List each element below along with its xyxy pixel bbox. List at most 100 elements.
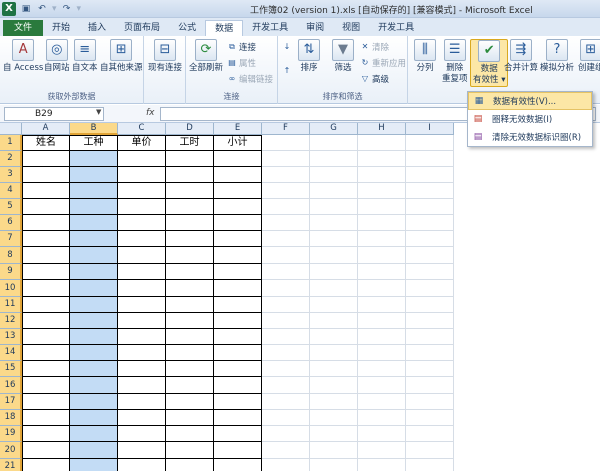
- cell-a11[interactable]: [22, 297, 70, 313]
- name-box[interactable]: B29: [4, 107, 104, 121]
- cell-a5[interactable]: [22, 199, 70, 215]
- cell-e5[interactable]: [214, 199, 262, 215]
- cell-e12[interactable]: [214, 313, 262, 329]
- cell-d2[interactable]: [166, 151, 214, 167]
- tab-formulas[interactable]: 公式: [169, 20, 205, 36]
- cell-a7[interactable]: [22, 231, 70, 247]
- cell-h7[interactable]: [358, 231, 406, 247]
- cell-b9[interactable]: [70, 264, 118, 280]
- edit-links-button[interactable]: ∞ 编辑链接: [227, 73, 273, 85]
- existing-connections-button[interactable]: ⊟ 现有连接: [148, 39, 182, 74]
- cell-d11[interactable]: [166, 297, 214, 313]
- menu-item-data-validation[interactable]: ▦ 数据有效性(V)...: [468, 92, 592, 110]
- cell-g7[interactable]: [310, 231, 358, 247]
- cell-c18[interactable]: [118, 410, 166, 426]
- row-header-6[interactable]: 6: [0, 215, 22, 231]
- refresh-all-button[interactable]: ⟳ 全部刷新: [189, 39, 223, 74]
- cell-a18[interactable]: [22, 410, 70, 426]
- cell-c1[interactable]: 单价: [118, 135, 166, 151]
- cell-a13[interactable]: [22, 329, 70, 345]
- cell-i11[interactable]: [406, 297, 454, 313]
- cell-i9[interactable]: [406, 264, 454, 280]
- cell-b21[interactable]: [70, 459, 118, 471]
- tab-developer-2[interactable]: 开发工具: [369, 20, 423, 36]
- row-header-13[interactable]: 13: [0, 329, 22, 345]
- cell-f15[interactable]: [262, 361, 310, 377]
- row-header-19[interactable]: 19: [0, 426, 22, 442]
- cell-b18[interactable]: [70, 410, 118, 426]
- cell-e3[interactable]: [214, 167, 262, 183]
- cell-g21[interactable]: [310, 459, 358, 471]
- excel-app-icon[interactable]: X: [2, 2, 16, 16]
- text-to-columns-button[interactable]: ⫼ 分列: [414, 39, 436, 74]
- cell-b12[interactable]: [70, 313, 118, 329]
- cell-a10[interactable]: [22, 280, 70, 297]
- cell-d4[interactable]: [166, 183, 214, 199]
- cell-b7[interactable]: [70, 231, 118, 247]
- cell-d20[interactable]: [166, 442, 214, 459]
- cell-a14[interactable]: [22, 345, 70, 361]
- cell-i18[interactable]: [406, 410, 454, 426]
- cell-c21[interactable]: [118, 459, 166, 471]
- cell-g1[interactable]: [310, 135, 358, 151]
- cell-b13[interactable]: [70, 329, 118, 345]
- cell-f2[interactable]: [262, 151, 310, 167]
- cell-f17[interactable]: [262, 394, 310, 410]
- tab-developer[interactable]: 开发工具: [243, 20, 297, 36]
- cell-b17[interactable]: [70, 394, 118, 410]
- cell-a21[interactable]: [22, 459, 70, 471]
- cell-d10[interactable]: [166, 280, 214, 297]
- cell-h13[interactable]: [358, 329, 406, 345]
- cell-g17[interactable]: [310, 394, 358, 410]
- cell-b1[interactable]: 工种: [70, 135, 118, 151]
- cell-e6[interactable]: [214, 215, 262, 231]
- cell-f20[interactable]: [262, 442, 310, 459]
- cell-a15[interactable]: [22, 361, 70, 377]
- cell-i5[interactable]: [406, 199, 454, 215]
- cell-e10[interactable]: [214, 280, 262, 297]
- cell-h4[interactable]: [358, 183, 406, 199]
- cell-i12[interactable]: [406, 313, 454, 329]
- cell-c10[interactable]: [118, 280, 166, 297]
- row-header-3[interactable]: 3: [0, 167, 22, 183]
- cell-e21[interactable]: [214, 459, 262, 471]
- cell-f12[interactable]: [262, 313, 310, 329]
- sort-descending-button[interactable]: ↑: [282, 66, 292, 76]
- cell-h17[interactable]: [358, 394, 406, 410]
- cell-a3[interactable]: [22, 167, 70, 183]
- row-header-5[interactable]: 5: [0, 199, 22, 215]
- cell-e7[interactable]: [214, 231, 262, 247]
- cell-a19[interactable]: [22, 426, 70, 442]
- cell-f16[interactable]: [262, 377, 310, 394]
- cell-f5[interactable]: [262, 199, 310, 215]
- cell-c9[interactable]: [118, 264, 166, 280]
- cell-b10[interactable]: [70, 280, 118, 297]
- cell-g12[interactable]: [310, 313, 358, 329]
- cell-e8[interactable]: [214, 247, 262, 264]
- row-header-9[interactable]: 9: [0, 264, 22, 280]
- cell-g10[interactable]: [310, 280, 358, 297]
- cell-e20[interactable]: [214, 442, 262, 459]
- row-header-16[interactable]: 16: [0, 377, 22, 394]
- cell-c16[interactable]: [118, 377, 166, 394]
- cell-h12[interactable]: [358, 313, 406, 329]
- cell-b15[interactable]: [70, 361, 118, 377]
- cell-g2[interactable]: [310, 151, 358, 167]
- cell-e14[interactable]: [214, 345, 262, 361]
- row-header-12[interactable]: 12: [0, 313, 22, 329]
- what-if-analysis-button[interactable]: ? 模拟分析: [540, 39, 574, 74]
- row-header-15[interactable]: 15: [0, 361, 22, 377]
- tab-page-layout[interactable]: 页面布局: [115, 20, 169, 36]
- column-header-i[interactable]: I: [406, 123, 454, 135]
- name-box-dropdown-icon[interactable]: ▼: [96, 108, 101, 116]
- cell-i19[interactable]: [406, 426, 454, 442]
- cell-f19[interactable]: [262, 426, 310, 442]
- cell-h20[interactable]: [358, 442, 406, 459]
- cell-d17[interactable]: [166, 394, 214, 410]
- cell-e2[interactable]: [214, 151, 262, 167]
- cell-c12[interactable]: [118, 313, 166, 329]
- cell-d1[interactable]: 工时: [166, 135, 214, 151]
- cell-d15[interactable]: [166, 361, 214, 377]
- cell-g13[interactable]: [310, 329, 358, 345]
- cell-c11[interactable]: [118, 297, 166, 313]
